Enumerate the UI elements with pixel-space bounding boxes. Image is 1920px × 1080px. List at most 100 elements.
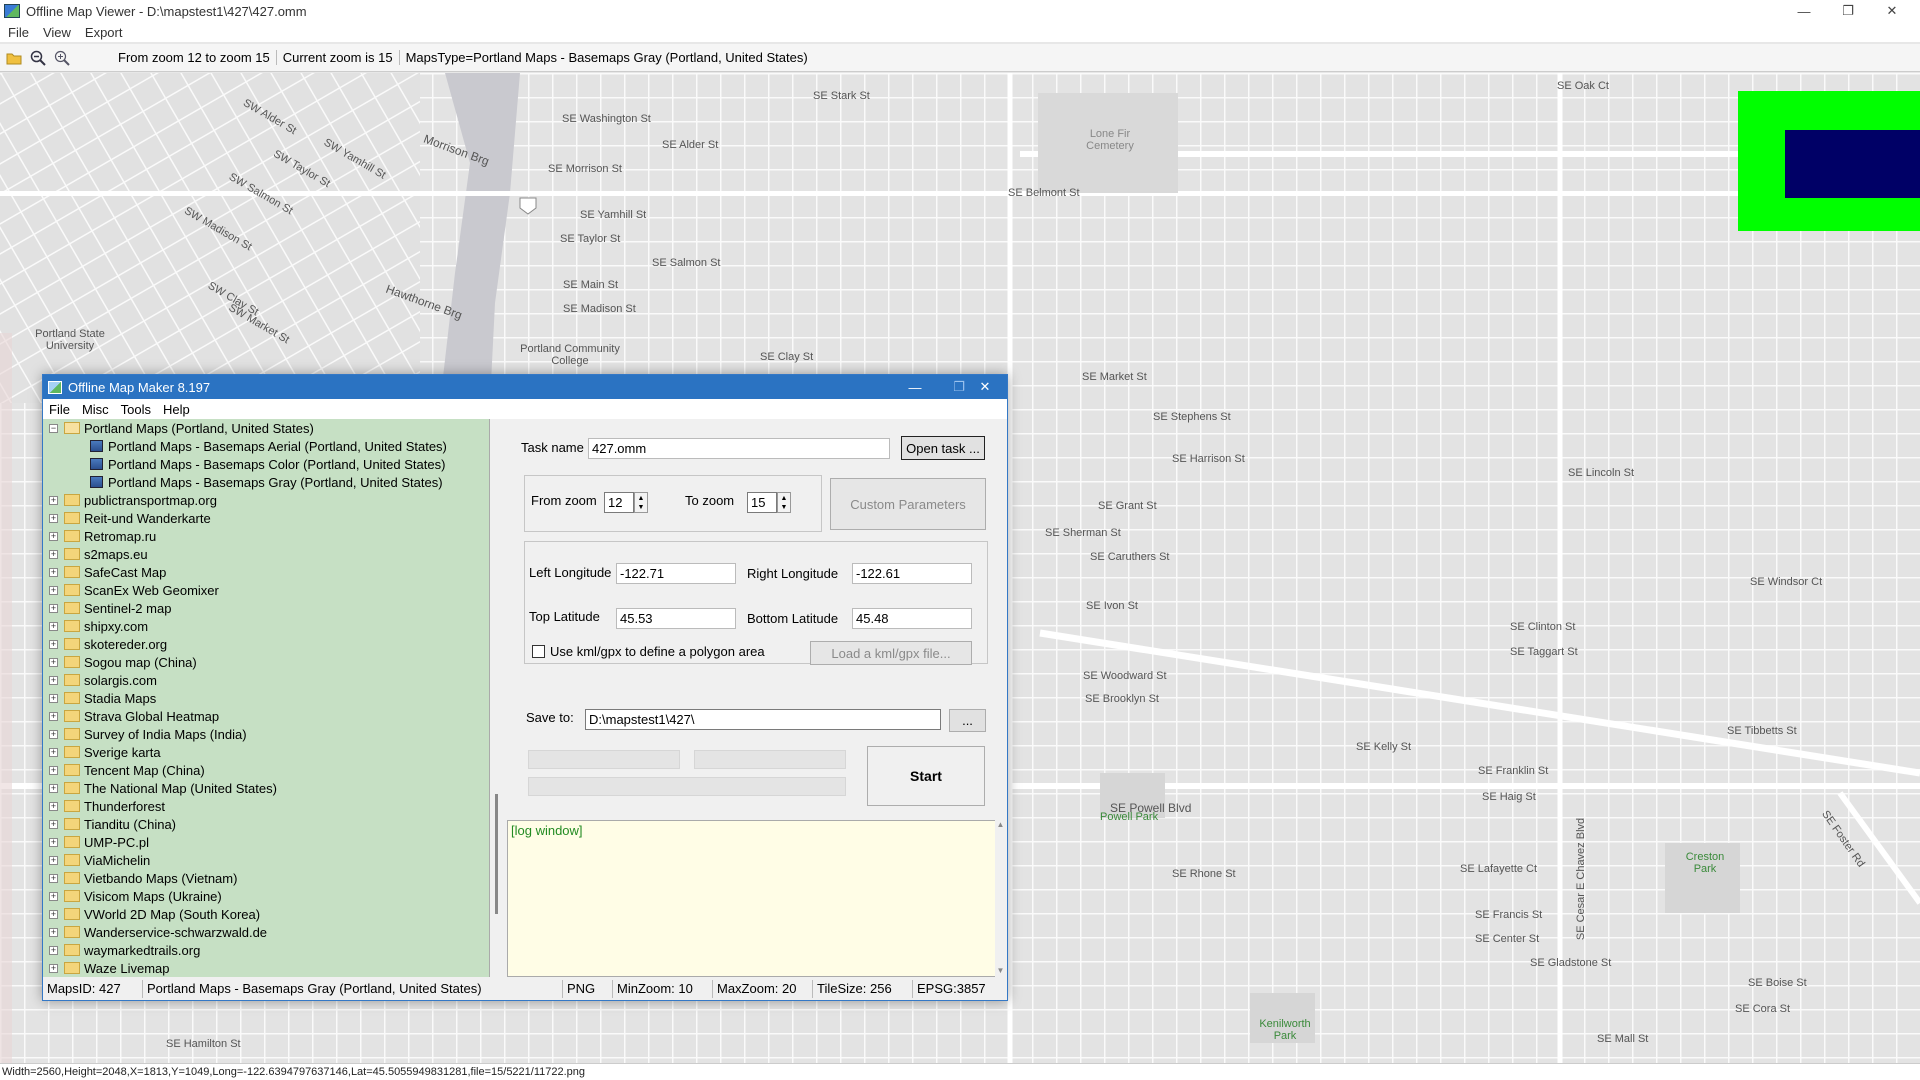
tree-node[interactable]: + VWorld 2D Map (South Korea) <box>49 905 260 923</box>
tree-node[interactable]: + Visicom Maps (Ukraine) <box>49 887 222 905</box>
dialog-menu-misc[interactable]: Misc <box>82 402 109 417</box>
bottom-latitude-input[interactable]: 45.48 <box>852 608 972 629</box>
dialog-close-button[interactable]: ✕ <box>963 375 1007 399</box>
tree-node[interactable]: + UMP-PC.pl <box>49 833 149 851</box>
zoom-in-icon[interactable] <box>52 48 72 68</box>
expand-icon[interactable]: + <box>49 639 58 649</box>
tree-node[interactable]: + waymarkedtrails.org <box>49 941 200 959</box>
expand-icon[interactable]: + <box>49 657 58 667</box>
minimize-button[interactable]: — <box>1782 0 1826 22</box>
tree-scroll-thumb[interactable] <box>495 794 498 914</box>
expand-icon[interactable]: + <box>49 891 58 901</box>
expand-icon[interactable]: + <box>49 549 58 559</box>
expand-icon[interactable]: + <box>49 747 58 757</box>
to-zoom-input[interactable]: 15 <box>747 492 777 513</box>
maximize-button[interactable]: ❐ <box>1826 0 1870 22</box>
tree-node[interactable]: + Wanderservice-schwarzwald.de <box>49 923 267 941</box>
tree-node[interactable]: + Survey of India Maps (India) <box>49 725 247 743</box>
tree-node[interactable]: + Retromap.ru <box>49 527 156 545</box>
expand-icon[interactable]: + <box>49 873 58 883</box>
left-longitude-input[interactable]: -122.71 <box>616 563 736 584</box>
tree-node[interactable]: + Sentinel-2 map <box>49 599 171 617</box>
menu-view[interactable]: View <box>43 25 71 40</box>
expand-icon[interactable]: + <box>49 495 58 505</box>
custom-parameters-button[interactable]: Custom Parameters <box>830 478 986 530</box>
dialog-menu-help[interactable]: Help <box>163 402 190 417</box>
log-scrollbar[interactable]: ▲ ▼ <box>995 820 1006 977</box>
tree-node[interactable]: + Strava Global Heatmap <box>49 707 219 725</box>
scroll-up-icon[interactable]: ▲ <box>995 820 1006 829</box>
expand-icon[interactable]: + <box>49 927 58 937</box>
from-zoom-input[interactable]: 12 <box>604 492 634 513</box>
tree-scrollbar[interactable] <box>491 419 505 977</box>
right-longitude-input[interactable]: -122.61 <box>852 563 972 584</box>
tree-node[interactable]: + Sogou map (China) <box>49 653 197 671</box>
expand-icon[interactable]: + <box>49 531 58 541</box>
dialog-titlebar[interactable]: Offline Map Maker 8.197 — ❐ ✕ <box>43 375 1007 399</box>
top-latitude-input[interactable]: 45.53 <box>616 608 736 629</box>
expand-icon[interactable]: + <box>49 837 58 847</box>
start-button[interactable]: Start <box>867 746 985 806</box>
spin-up-icon[interactable]: ▲ <box>781 494 788 503</box>
tree-node[interactable]: + publictransportmap.org <box>49 491 217 509</box>
dialog-menu-file[interactable]: File <box>49 402 70 417</box>
tree-node[interactable]: + ScanEx Web Geomixer <box>49 581 219 599</box>
kml-checkbox[interactable] <box>532 645 545 658</box>
tree-node[interactable]: + Stadia Maps <box>49 689 156 707</box>
to-zoom-spinner[interactable]: ▲ ▼ <box>777 492 791 513</box>
tree-node[interactable]: + Tencent Map (China) <box>49 761 205 779</box>
collapse-icon[interactable]: − <box>49 423 58 433</box>
tree-leaf[interactable]: Portland Maps - Basemaps Aerial (Portlan… <box>90 437 447 455</box>
tree-node[interactable]: + shipxy.com <box>49 617 148 635</box>
expand-icon[interactable]: + <box>49 765 58 775</box>
expand-icon[interactable]: + <box>49 963 58 973</box>
tree-node[interactable]: + skotereder.org <box>49 635 167 653</box>
load-kml-button[interactable]: Load a kml/gpx file... <box>810 641 972 665</box>
tree-leaf-selected[interactable]: Portland Maps - Basemaps Gray (Portland,… <box>90 473 443 491</box>
from-zoom-spinner[interactable]: ▲ ▼ <box>634 492 648 513</box>
expand-icon[interactable]: + <box>49 603 58 613</box>
open-folder-icon[interactable] <box>4 48 24 68</box>
scroll-down-icon[interactable]: ▼ <box>995 966 1006 975</box>
expand-icon[interactable]: + <box>49 855 58 865</box>
expand-icon[interactable]: + <box>49 513 58 523</box>
map-source-tree[interactable]: − Portland Maps (Portland, United States… <box>43 419 490 977</box>
tree-node[interactable]: + ViaMichelin <box>49 851 150 869</box>
tree-node[interactable]: + Tianditu (China) <box>49 815 176 833</box>
dialog-menu-tools[interactable]: Tools <box>121 402 151 417</box>
expand-icon[interactable]: + <box>49 801 58 811</box>
expand-icon[interactable]: + <box>49 675 58 685</box>
expand-icon[interactable]: + <box>49 621 58 631</box>
expand-icon[interactable]: + <box>49 819 58 829</box>
expand-icon[interactable]: + <box>49 585 58 595</box>
expand-icon[interactable]: + <box>49 729 58 739</box>
save-to-input[interactable]: D:\mapstest1\427\ <box>585 709 941 730</box>
tree-node[interactable]: + s2maps.eu <box>49 545 148 563</box>
expand-icon[interactable]: + <box>49 945 58 955</box>
tree-node[interactable]: + solargis.com <box>49 671 157 689</box>
tree-node[interactable]: + The National Map (United States) <box>49 779 277 797</box>
expand-icon[interactable]: + <box>49 711 58 721</box>
spin-down-icon[interactable]: ▼ <box>638 503 645 512</box>
tree-node[interactable]: + Waze Livemap <box>49 959 170 977</box>
close-button[interactable]: ✕ <box>1870 0 1914 22</box>
spin-up-icon[interactable]: ▲ <box>638 494 645 503</box>
expand-icon[interactable]: + <box>49 909 58 919</box>
tree-node[interactable]: + SafeCast Map <box>49 563 166 581</box>
zoom-out-icon[interactable] <box>28 48 48 68</box>
menu-file[interactable]: File <box>8 25 29 40</box>
expand-icon[interactable]: + <box>49 693 58 703</box>
log-window[interactable]: [log window] <box>507 820 997 977</box>
task-name-input[interactable]: 427.omm <box>588 438 890 459</box>
expand-icon[interactable]: + <box>49 783 58 793</box>
tree-node[interactable]: + Thunderforest <box>49 797 165 815</box>
tree-leaf[interactable]: Portland Maps - Basemaps Color (Portland… <box>90 455 445 473</box>
spin-down-icon[interactable]: ▼ <box>781 503 788 512</box>
menu-export[interactable]: Export <box>85 25 123 40</box>
dialog-minimize-button[interactable]: — <box>893 375 937 399</box>
browse-button[interactable]: ... <box>949 709 986 732</box>
tree-node[interactable]: + Vietbando Maps (Vietnam) <box>49 869 237 887</box>
open-task-button[interactable]: Open task ... <box>901 436 985 460</box>
expand-icon[interactable]: + <box>49 567 58 577</box>
tree-node[interactable]: + Reit-und Wanderkarte <box>49 509 211 527</box>
